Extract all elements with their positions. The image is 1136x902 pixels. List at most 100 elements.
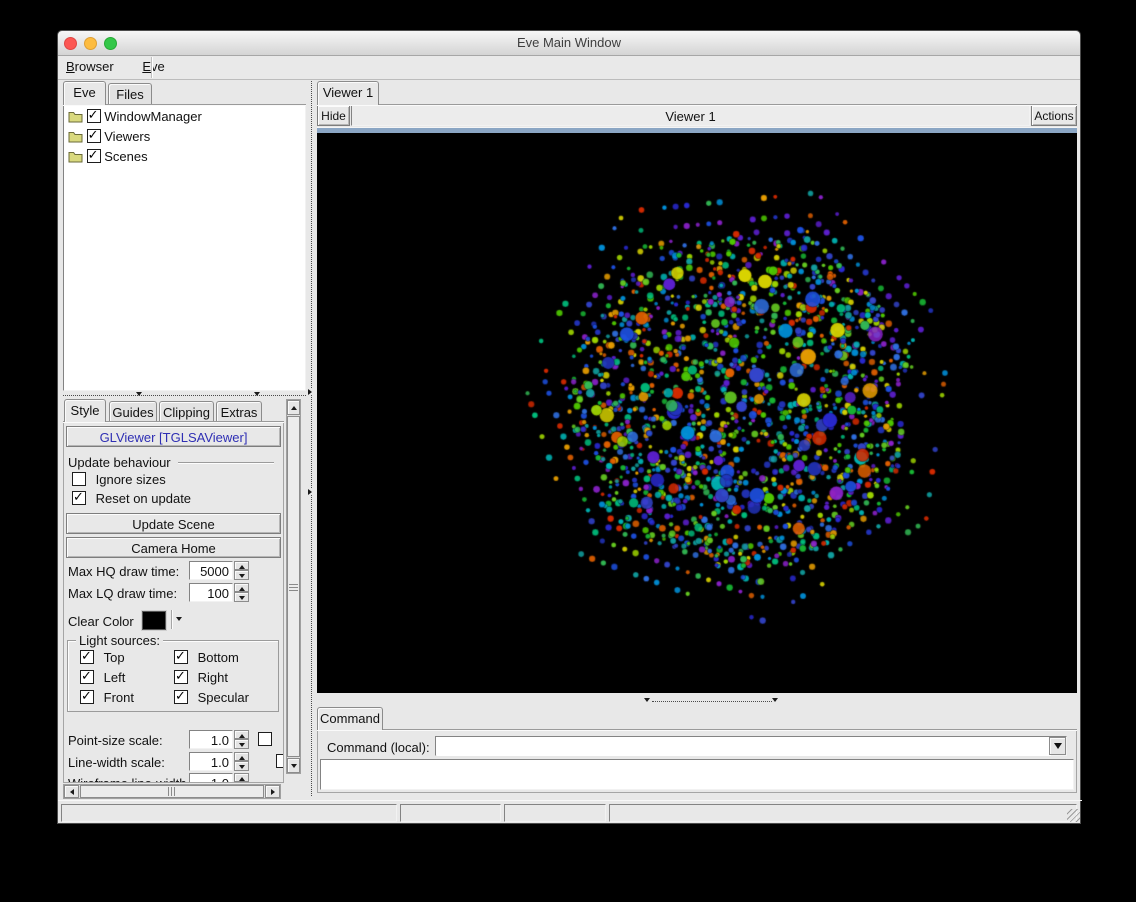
spin-up-button[interactable]	[234, 561, 249, 570]
light-left-option[interactable]: Left	[80, 668, 125, 685]
tab-extras[interactable]: Extras	[216, 401, 262, 422]
splitter-arrow-icon	[644, 698, 650, 702]
command-combobox[interactable]	[435, 736, 1067, 756]
spin-down-button[interactable]	[234, 739, 249, 749]
light-bottom-checkbox[interactable]	[174, 648, 188, 664]
style-panel-hscrollbar[interactable]	[63, 784, 281, 799]
spin-down-button[interactable]	[234, 592, 249, 602]
tab-files[interactable]: Files	[108, 83, 152, 105]
tree-item-viewers[interactable]: Viewers	[64, 124, 305, 144]
reset-on-update-option[interactable]: Reset on update	[72, 489, 192, 506]
light-top-checkbox[interactable]	[80, 648, 94, 664]
command-dropdown-button[interactable]	[1049, 737, 1066, 755]
update-scene-button[interactable]: Update Scene	[66, 513, 281, 534]
tree-style-splitter[interactable]	[63, 391, 306, 399]
light-sources-title: Light sources:	[76, 633, 163, 648]
menu-eve[interactable]: Eve	[134, 56, 172, 77]
spin-up-button[interactable]	[234, 752, 249, 761]
line-width-scale-checkbox[interactable]	[275, 754, 283, 768]
command-output[interactable]	[320, 759, 1074, 790]
max-lq-value[interactable]: 100	[189, 583, 233, 602]
splitter-arrow-icon	[254, 392, 260, 396]
tree-checkbox-scenes[interactable]	[86, 147, 101, 163]
tab-guides[interactable]: Guides	[109, 401, 157, 422]
ignore-sizes-label: Ignore sizes	[95, 472, 166, 487]
tree-label-windowmanager[interactable]: WindowManager	[104, 109, 202, 124]
clear-color-divider	[171, 610, 172, 629]
clear-color-label: Clear Color	[68, 614, 134, 629]
light-specular-option[interactable]: Specular	[174, 688, 249, 705]
light-sources-group: Light sources: Top Bottom Left Right Fro…	[67, 633, 279, 712]
light-front-option[interactable]: Front	[80, 688, 134, 705]
light-right-checkbox[interactable]	[174, 668, 188, 684]
light-right-option[interactable]: Right	[174, 668, 228, 685]
ignore-sizes-checkbox[interactable]	[72, 472, 86, 486]
tab-style[interactable]: Style	[64, 399, 106, 422]
light-left-checkbox[interactable]	[80, 668, 94, 684]
vscrollbar-thumb[interactable]	[287, 416, 300, 757]
spin-down-button[interactable]	[234, 761, 249, 771]
light-bottom-label: Bottom	[197, 650, 239, 665]
left-right-splitter[interactable]	[306, 81, 317, 796]
ignore-sizes-option[interactable]: Ignore sizes	[72, 472, 166, 487]
viewer-command-splitter[interactable]	[317, 697, 1077, 705]
reset-on-update-checkbox[interactable]	[72, 489, 86, 505]
wireframe-line-width-label: Wireframe line-width	[68, 776, 186, 782]
viewer-header: Hide Viewer 1 Actions	[317, 105, 1077, 126]
hscrollbar-thumb[interactable]	[80, 785, 264, 798]
light-top-label: Top	[103, 650, 125, 665]
point-size-scale-value[interactable]: 1.0	[189, 730, 233, 749]
actions-button[interactable]: Actions	[1031, 105, 1077, 126]
point-size-scale-label: Point-size scale:	[68, 733, 163, 748]
tab-clipping[interactable]: Clipping	[159, 401, 214, 422]
style-panel-vscrollbar[interactable]	[286, 399, 301, 774]
line-width-scale-value[interactable]: 1.0	[189, 752, 233, 771]
spin-up-button[interactable]	[234, 583, 249, 592]
title-bar[interactable]: Eve Main Window	[58, 31, 1080, 56]
tree-label-viewers[interactable]: Viewers	[104, 129, 150, 144]
max-hq-value[interactable]: 5000	[189, 561, 233, 580]
scroll-right-button[interactable]	[265, 785, 280, 798]
splitter-arrow-icon	[308, 389, 312, 395]
tab-command[interactable]: Command	[317, 707, 383, 730]
menu-browser[interactable]: Browser	[58, 56, 122, 77]
spin-down-button[interactable]	[234, 570, 249, 580]
scroll-up-button[interactable]	[287, 400, 300, 415]
light-specular-checkbox[interactable]	[174, 688, 188, 704]
spin-up-button[interactable]	[234, 773, 249, 782]
tab-eve[interactable]: Eve	[63, 81, 106, 105]
tree-checkbox-windowmanager[interactable]	[86, 107, 101, 123]
glviewer-button[interactable]: GLViewer [TGLSAViewer]	[66, 426, 281, 447]
point-size-scale-checkbox[interactable]	[258, 732, 272, 746]
camera-home-button[interactable]: Camera Home	[66, 537, 281, 558]
viewer-title: Viewer 1	[351, 105, 1030, 126]
hide-button[interactable]: Hide	[317, 105, 350, 126]
menu-separator	[151, 57, 152, 78]
status-bar	[58, 800, 1082, 825]
window-title: Eve Main Window	[516, 35, 622, 50]
scroll-down-button[interactable]	[287, 758, 300, 773]
clear-color-swatch[interactable]	[142, 611, 166, 630]
wireframe-line-width-value[interactable]: 1.0	[189, 773, 233, 782]
light-front-label: Front	[103, 690, 134, 705]
gl-viewer-canvas[interactable]	[317, 133, 1077, 693]
clear-color-dropdown-icon[interactable]	[176, 617, 182, 621]
line-width-scale-label: Line-width scale:	[68, 755, 165, 770]
eve-tree-panel: WindowManager Viewers Scenes	[63, 104, 306, 391]
tree-item-windowmanager[interactable]: WindowManager	[64, 105, 305, 124]
spin-up-button[interactable]	[234, 730, 249, 739]
tree-item-scenes[interactable]: Scenes	[64, 144, 305, 164]
reset-on-update-label: Reset on update	[95, 491, 192, 506]
resize-grip[interactable]	[1067, 809, 1080, 822]
tree-label-scenes[interactable]: Scenes	[104, 149, 147, 164]
tree-checkbox-viewers[interactable]	[86, 127, 101, 143]
light-top-option[interactable]: Top	[80, 648, 125, 665]
light-front-checkbox[interactable]	[80, 688, 94, 704]
menu-bar: Browser Eve	[58, 56, 1080, 80]
command-input[interactable]	[437, 738, 1051, 756]
light-bottom-option[interactable]: Bottom	[174, 648, 239, 665]
tab-viewer-1[interactable]: Viewer 1	[317, 81, 379, 105]
screenshot-root: { "window": { "title": "Eve Main Window"…	[0, 0, 1136, 902]
eve-main-window: Eve Main Window Browser Eve Eve Files Wi…	[57, 30, 1082, 825]
scroll-left-button[interactable]	[64, 785, 79, 798]
